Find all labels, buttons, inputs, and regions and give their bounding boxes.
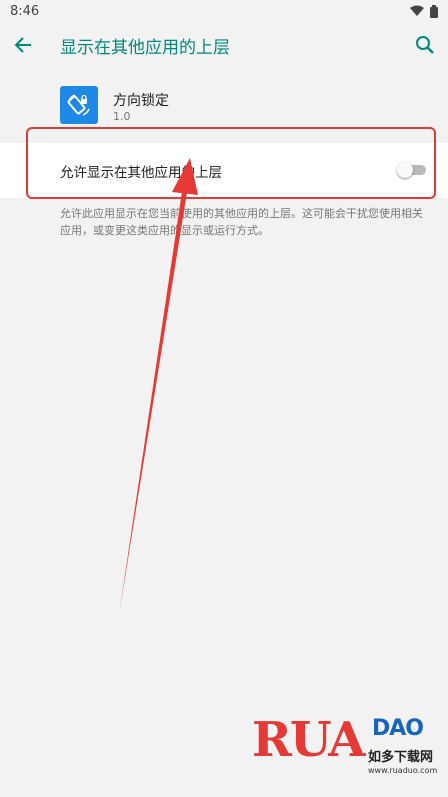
annotation-arrow-shaft: [119, 185, 188, 615]
status-icons: [410, 4, 438, 18]
page-title: 显示在其他应用的上层: [60, 38, 230, 58]
search-button[interactable]: [412, 32, 438, 58]
search-icon: [416, 36, 434, 54]
app-bar: 显示在其他应用的上层: [0, 22, 448, 68]
rotation-lock-icon: [67, 94, 90, 116]
watermark-logo-tail: DAO: [372, 716, 424, 741]
app-name: 方向锁定: [113, 93, 169, 109]
back-button[interactable]: [10, 32, 36, 58]
wifi-icon: [410, 5, 424, 16]
status-bar: 8:46: [0, 0, 448, 22]
arrow-left-icon: [14, 37, 31, 53]
app-icon: [60, 86, 98, 124]
app-version: 1.0: [113, 110, 131, 123]
watermark-cn: 如多下载网: [368, 750, 434, 765]
permission-description: 允许此应用显示在您当前使用的其他应用的上层。这可能会干扰您使用相关应用，或变更这…: [60, 207, 423, 237]
battery-icon: [430, 4, 438, 18]
watermark: RUA DAO 如多下载网 www.ruaduo.com: [250, 712, 440, 794]
status-time: 8:46: [10, 3, 40, 19]
watermark-url: www.ruaduo.com: [368, 766, 438, 775]
annotation-highlight-box: [26, 127, 436, 199]
watermark-logo: RUA: [252, 712, 366, 768]
